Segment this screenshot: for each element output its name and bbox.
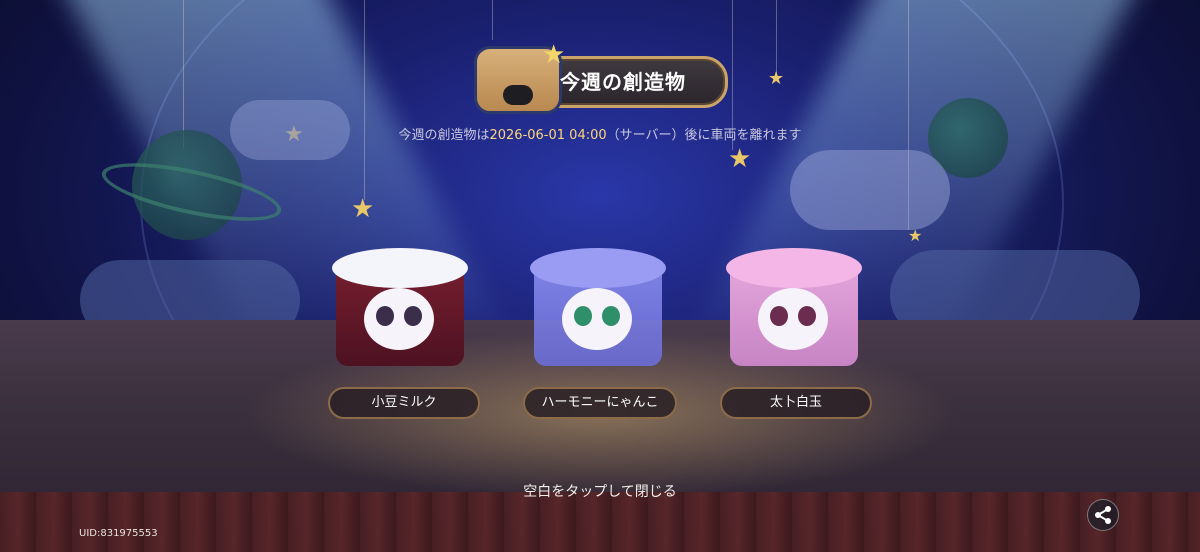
stage-background[interactable]: ★ ★ ★ ★ ★ ★ 今週の創造物 今週の創造物は2026-06-01 04:… xyxy=(0,0,1200,552)
creature-eye xyxy=(404,306,422,326)
notice-suffix: （サーバー）後に車両を離れます xyxy=(606,128,802,143)
curtain-bottom xyxy=(0,492,1200,552)
creature-face xyxy=(503,85,533,105)
creature-eye xyxy=(602,306,620,326)
notice-datetime: 2026-06-01 04:00 xyxy=(489,128,607,143)
creation-card-harmony-nyanko[interactable] xyxy=(528,248,668,388)
hanging-string xyxy=(776,0,777,75)
hanging-string xyxy=(364,0,365,200)
star-decoration-icon: ★ xyxy=(351,194,375,224)
creation-label-taboku-shiratama[interactable]: 太卜白玉 xyxy=(720,387,872,419)
creature-body xyxy=(758,288,828,350)
creation-lid xyxy=(530,248,666,288)
cloud-upper-right xyxy=(790,150,950,230)
creature-eye xyxy=(574,306,592,326)
share-button[interactable] xyxy=(1087,499,1119,531)
departure-notice: 今週の創造物は2026-06-01 04:00（サーバー）後に車両を離れます xyxy=(0,124,1200,143)
creature-eye xyxy=(770,306,788,326)
hanging-string xyxy=(492,0,493,40)
creature-body xyxy=(364,288,434,350)
notice-prefix: 今週の創造物は xyxy=(398,128,490,143)
star-decoration-icon: ★ xyxy=(728,144,752,174)
creation-label-harmony-nyanko[interactable]: ハーモニーにゃんこ xyxy=(523,387,677,419)
creature-body xyxy=(562,288,632,350)
star-decoration-icon: ★ xyxy=(908,226,923,245)
creation-lid xyxy=(726,248,862,288)
star-decoration-icon: ★ xyxy=(768,68,785,89)
creation-lid xyxy=(332,248,468,288)
tap-to-close-hint: 空白をタップして閉じる xyxy=(523,484,677,500)
creation-card-taboku-shiratama[interactable] xyxy=(724,248,864,388)
weekly-creation-title: ★ 今週の創造物 xyxy=(472,40,728,114)
creature-eye xyxy=(798,306,816,326)
creature-eye xyxy=(376,306,394,326)
share-icon xyxy=(1095,506,1111,524)
creation-card-azuki-milk[interactable] xyxy=(330,248,470,388)
creation-label-azuki-milk[interactable]: 小豆ミルク xyxy=(328,387,480,419)
page-title: 今週の創造物 xyxy=(560,70,686,94)
uid-label: UID:831975553 xyxy=(79,528,158,539)
